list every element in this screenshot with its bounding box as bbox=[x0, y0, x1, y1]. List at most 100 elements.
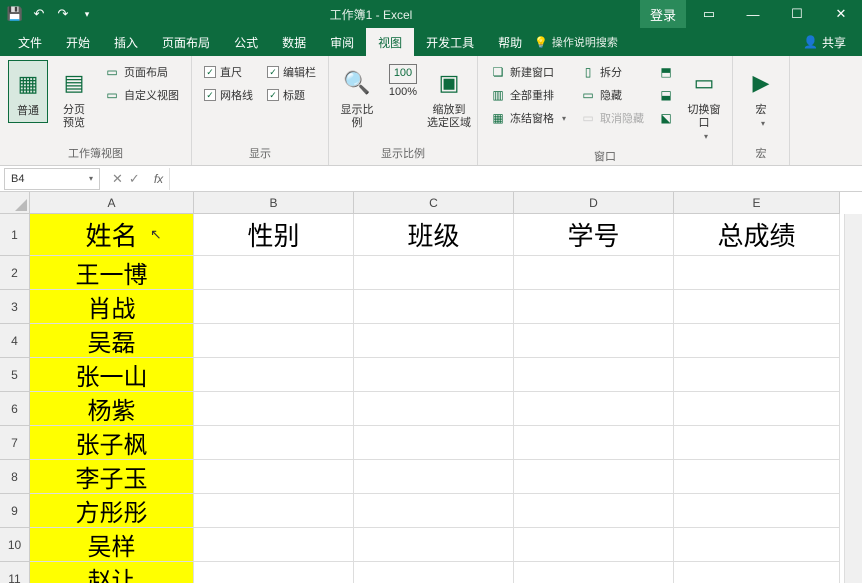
cell-B2[interactable] bbox=[194, 256, 354, 290]
tab-formulas[interactable]: 公式 bbox=[222, 28, 270, 56]
tell-me-search[interactable]: 💡操作说明搜索 bbox=[534, 34, 618, 50]
cancel-formula-icon[interactable]: ✕ bbox=[112, 171, 123, 187]
cell-C7[interactable] bbox=[354, 426, 514, 460]
cell-C10[interactable] bbox=[354, 528, 514, 562]
tab-insert[interactable]: 插入 bbox=[102, 28, 150, 56]
cell-E3[interactable] bbox=[674, 290, 840, 324]
cell-E6[interactable] bbox=[674, 392, 840, 426]
cell-D4[interactable] bbox=[514, 324, 674, 358]
cell-A9[interactable]: 方彤彤 bbox=[30, 494, 194, 528]
cell-C1[interactable]: 班级 bbox=[354, 214, 514, 256]
cell-D5[interactable] bbox=[514, 358, 674, 392]
cell-A8[interactable]: 李子玉 bbox=[30, 460, 194, 494]
cell-B5[interactable] bbox=[194, 358, 354, 392]
tab-view[interactable]: 视图 bbox=[366, 28, 414, 56]
row-header-11[interactable]: 11 bbox=[0, 562, 30, 583]
cell-E11[interactable] bbox=[674, 562, 840, 583]
cell-B4[interactable] bbox=[194, 324, 354, 358]
cell-A7[interactable]: 张子枫 bbox=[30, 426, 194, 460]
view-normal-button[interactable]: ▦普通 bbox=[8, 60, 48, 123]
split-button[interactable]: ▯拆分 bbox=[576, 62, 648, 82]
maximize-icon[interactable]: ☐ bbox=[776, 0, 818, 28]
redo-icon[interactable]: ↷ bbox=[54, 5, 72, 23]
macros-button[interactable]: ▶宏▾ bbox=[741, 60, 781, 133]
cell-D2[interactable] bbox=[514, 256, 674, 290]
row-header-7[interactable]: 7 bbox=[0, 426, 30, 460]
chk-formulabar[interactable]: ✓编辑栏 bbox=[263, 62, 320, 82]
cell-E10[interactable] bbox=[674, 528, 840, 562]
zoom-100-button[interactable]: 100100% bbox=[383, 60, 423, 103]
cell-E2[interactable] bbox=[674, 256, 840, 290]
name-box[interactable]: B4▾ bbox=[4, 168, 100, 190]
chk-ruler[interactable]: ✓直尺 bbox=[200, 62, 257, 82]
row-header-9[interactable]: 9 bbox=[0, 494, 30, 528]
vertical-scrollbar[interactable] bbox=[844, 214, 862, 583]
enter-formula-icon[interactable]: ✓ bbox=[129, 171, 140, 187]
close-icon[interactable]: ✕ bbox=[820, 0, 862, 28]
login-button[interactable]: 登录 bbox=[640, 0, 686, 28]
cell-D8[interactable] bbox=[514, 460, 674, 494]
col-header-A[interactable]: A bbox=[30, 192, 194, 214]
row-header-10[interactable]: 10 bbox=[0, 528, 30, 562]
tab-developer[interactable]: 开发工具 bbox=[414, 28, 486, 56]
select-all-corner[interactable] bbox=[0, 192, 30, 214]
col-header-E[interactable]: E bbox=[674, 192, 840, 214]
fx-icon[interactable]: fx bbox=[148, 172, 169, 186]
minimize-icon[interactable]: — bbox=[732, 0, 774, 28]
hide-button[interactable]: ▭隐藏 bbox=[576, 85, 648, 105]
reset-icon-button[interactable]: ⬕ bbox=[654, 108, 678, 128]
freeze-panes-button[interactable]: ▦冻结窗格▾ bbox=[486, 108, 570, 128]
chk-headings[interactable]: ✓标题 bbox=[263, 85, 320, 105]
cell-D1[interactable]: 学号 bbox=[514, 214, 674, 256]
ribbon-options-icon[interactable]: ▭ bbox=[688, 0, 730, 28]
undo-icon[interactable]: ↶ bbox=[30, 5, 48, 23]
cell-C6[interactable] bbox=[354, 392, 514, 426]
qat-more-icon[interactable]: ▾ bbox=[78, 5, 96, 23]
tab-home[interactable]: 开始 bbox=[54, 28, 102, 56]
row-header-1[interactable]: 1 bbox=[0, 214, 30, 256]
cell-C9[interactable] bbox=[354, 494, 514, 528]
cell-D6[interactable] bbox=[514, 392, 674, 426]
col-header-D[interactable]: D bbox=[514, 192, 674, 214]
switch-windows-button[interactable]: ▭切换窗口▾ bbox=[684, 60, 724, 146]
cell-B1[interactable]: 性别 bbox=[194, 214, 354, 256]
share-button[interactable]: 👤共享 bbox=[793, 34, 856, 51]
cell-B7[interactable] bbox=[194, 426, 354, 460]
cell-C3[interactable] bbox=[354, 290, 514, 324]
cell-B6[interactable] bbox=[194, 392, 354, 426]
tab-data[interactable]: 数据 bbox=[270, 28, 318, 56]
cell-C2[interactable] bbox=[354, 256, 514, 290]
row-header-4[interactable]: 4 bbox=[0, 324, 30, 358]
row-header-6[interactable]: 6 bbox=[0, 392, 30, 426]
cell-B10[interactable] bbox=[194, 528, 354, 562]
arrange-all-button[interactable]: ▥全部重排 bbox=[486, 85, 570, 105]
cell-B11[interactable] bbox=[194, 562, 354, 583]
col-header-C[interactable]: C bbox=[354, 192, 514, 214]
cell-D7[interactable] bbox=[514, 426, 674, 460]
cell-D9[interactable] bbox=[514, 494, 674, 528]
tab-file[interactable]: 文件 bbox=[6, 28, 54, 56]
cell-C8[interactable] bbox=[354, 460, 514, 494]
view-pagelayout-button[interactable]: ▭页面布局 bbox=[100, 62, 183, 82]
sync-scroll-icon-button[interactable]: ⬓ bbox=[654, 85, 678, 105]
row-header-8[interactable]: 8 bbox=[0, 460, 30, 494]
cell-B8[interactable] bbox=[194, 460, 354, 494]
cell-E8[interactable] bbox=[674, 460, 840, 494]
zoom-selection-button[interactable]: ▣缩放到 选定区域 bbox=[429, 60, 469, 134]
cell-B3[interactable] bbox=[194, 290, 354, 324]
cell-A1[interactable]: 姓名 bbox=[30, 214, 194, 256]
cell-E1[interactable]: 总成绩 bbox=[674, 214, 840, 256]
cell-D11[interactable] bbox=[514, 562, 674, 583]
compare-icon-button[interactable]: ⬒ bbox=[654, 62, 678, 82]
cell-C5[interactable] bbox=[354, 358, 514, 392]
tab-help[interactable]: 帮助 bbox=[486, 28, 534, 56]
tab-pagelayout[interactable]: 页面布局 bbox=[150, 28, 222, 56]
cell-A2[interactable]: 王一博 bbox=[30, 256, 194, 290]
cell-A11[interactable]: 赵让 bbox=[30, 562, 194, 583]
cell-E4[interactable] bbox=[674, 324, 840, 358]
cell-C4[interactable] bbox=[354, 324, 514, 358]
cell-A10[interactable]: 吴样 bbox=[30, 528, 194, 562]
save-icon[interactable]: 💾 bbox=[6, 5, 24, 23]
row-header-2[interactable]: 2 bbox=[0, 256, 30, 290]
cell-E9[interactable] bbox=[674, 494, 840, 528]
